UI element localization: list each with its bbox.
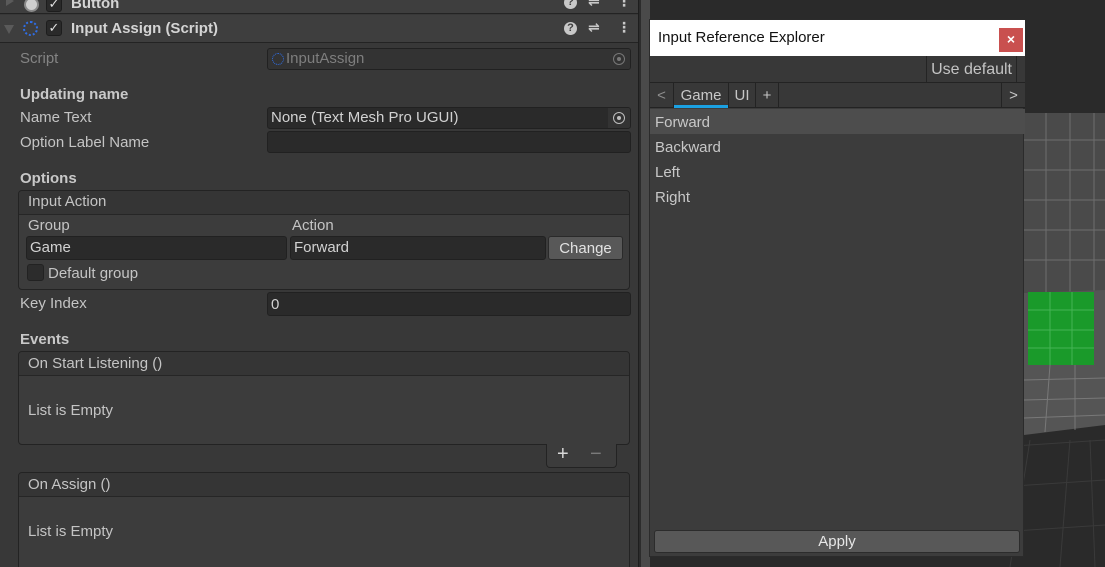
use-default-button[interactable]: Use default	[926, 56, 1016, 82]
event-list-on-start-listening: On Start Listening () List is Empty	[18, 351, 630, 445]
presets-icon[interactable]: ⇌	[588, 0, 600, 10]
add-tab-button[interactable]: +	[756, 83, 779, 108]
remove-icon[interactable]: −	[590, 443, 602, 466]
list-item-backward[interactable]: Backward	[650, 134, 1025, 159]
section-header-events: Events	[20, 331, 70, 348]
default-group-label: Default group	[48, 265, 139, 282]
component-enabled-checkbox[interactable]: ✓	[46, 20, 62, 36]
inspector-panel: ✓ Button ? ⇌ ⋮ ✓ Input Assign (Script) ?…	[0, 0, 638, 567]
presets-icon[interactable]: ⇌	[588, 19, 600, 36]
input-action-header: Input Action	[19, 191, 629, 215]
component-title: Button	[71, 0, 120, 12]
list-item-right[interactable]: Right	[650, 184, 1025, 209]
help-icon[interactable]: ?	[564, 22, 577, 35]
explorer-tab-bar: < Game UI + >	[650, 83, 1025, 108]
input-action-box: Input Action Group Action Game Forward C…	[18, 190, 630, 290]
script-label: Script	[20, 50, 59, 67]
option-label-name-label: Option Label Name	[20, 134, 150, 151]
help-icon[interactable]: ?	[564, 0, 577, 9]
component-title: Input Assign (Script)	[71, 20, 218, 37]
explorer-title-bar[interactable]: Input Reference Explorer ×	[650, 20, 1025, 56]
foldout-arrow-icon[interactable]	[4, 25, 14, 34]
button-component-icon	[24, 0, 39, 12]
section-header-updating-name: Updating name	[20, 86, 129, 103]
tab-prev-button[interactable]: <	[650, 83, 674, 108]
event-list-title: On Assign ()	[28, 476, 111, 493]
tab-game[interactable]: Game	[674, 83, 729, 108]
explorer-toolbar: Use default	[650, 56, 1025, 83]
event-list-footer: + −	[546, 443, 617, 468]
toolbar-edge	[1016, 56, 1025, 82]
group-label: Group	[28, 217, 70, 234]
event-list-on-assign: On Assign () List is Empty	[18, 472, 630, 567]
close-button[interactable]: ×	[999, 28, 1023, 52]
name-text-field[interactable]: None (Text Mesh Pro UGUI)	[267, 107, 631, 129]
default-group-checkbox[interactable]	[27, 264, 44, 281]
script-icon	[272, 53, 284, 65]
event-list-title: On Start Listening ()	[28, 355, 163, 372]
kebab-menu-icon[interactable]: ⋮	[617, 0, 631, 10]
option-label-name-input[interactable]	[267, 131, 631, 153]
input-action-title: Input Action	[28, 193, 107, 210]
tab-ui[interactable]: UI	[729, 83, 756, 108]
script-icon	[23, 21, 38, 36]
event-list-header: On Start Listening ()	[19, 352, 629, 376]
explorer-title: Input Reference Explorer	[658, 29, 825, 46]
apply-button[interactable]: Apply	[654, 530, 1020, 553]
name-text-label: Name Text	[20, 109, 92, 126]
list-empty-text: List is Empty	[28, 523, 114, 540]
input-reference-explorer-window: Input Reference Explorer × Use default <…	[649, 19, 1025, 557]
script-field[interactable]: InputAssign	[267, 48, 631, 70]
group-input[interactable]: Game	[26, 236, 287, 260]
action-label: Action	[292, 217, 334, 234]
button-enabled-checkbox[interactable]: ✓	[46, 0, 62, 12]
list-item-forward[interactable]: Forward	[650, 109, 1025, 134]
key-index-label: Key Index	[20, 295, 87, 312]
kebab-menu-icon[interactable]: ⋮	[617, 19, 631, 36]
action-input[interactable]: Forward	[290, 236, 546, 260]
action-list: Forward Backward Left Right	[650, 109, 1025, 209]
script-value: InputAssign	[286, 50, 365, 67]
change-button[interactable]: Change	[548, 236, 623, 260]
add-icon[interactable]: +	[557, 443, 569, 466]
list-item-left[interactable]: Left	[650, 159, 1025, 184]
component-header-input-assign[interactable]: ✓ Input Assign (Script) ? ⇌ ⋮	[0, 15, 638, 43]
key-index-input[interactable]: 0	[267, 292, 631, 316]
object-picker-icon[interactable]	[608, 108, 630, 128]
tab-next-button[interactable]: >	[1001, 83, 1025, 108]
component-header-button[interactable]: ✓ Button ? ⇌ ⋮	[0, 0, 638, 14]
scene-green-cube	[1028, 292, 1094, 365]
foldout-arrow-icon[interactable]	[6, 0, 14, 6]
section-header-options: Options	[20, 170, 77, 187]
name-text-value: None (Text Mesh Pro UGUI)	[271, 109, 459, 126]
list-empty-text: List is Empty	[28, 402, 114, 419]
object-picker-icon[interactable]	[608, 49, 630, 69]
event-list-header: On Assign ()	[19, 473, 629, 497]
